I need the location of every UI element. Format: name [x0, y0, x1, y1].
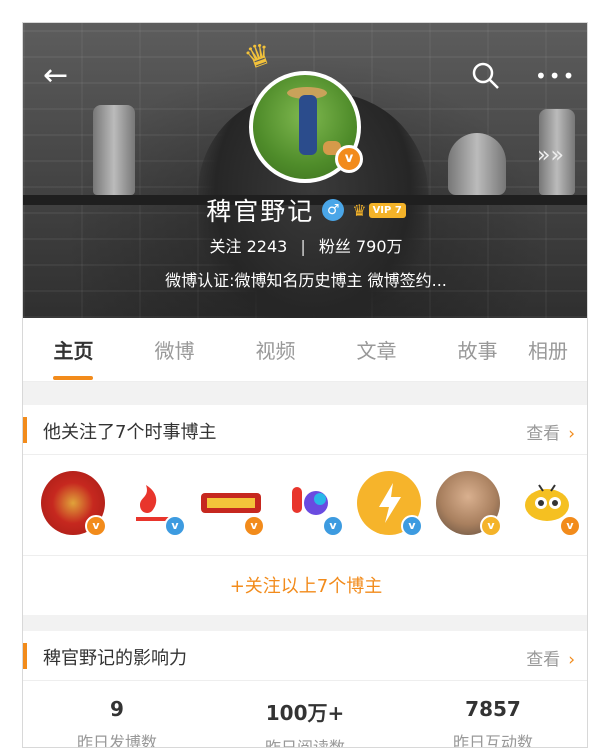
metric-interactions[interactable]: 7857 昨日互动数 — [399, 697, 587, 748]
certification-text[interactable]: 微博认证:微博知名历史博主 微博签约... — [23, 267, 587, 291]
follow-all-button[interactable]: +关注以上7个博主 — [23, 555, 587, 615]
influence-card-header: 稗官野记的影响力 查看 › — [23, 631, 587, 681]
following-label[interactable]: 关注 — [209, 237, 241, 256]
follow-stats: 关注 2243 | 粉丝 790万 — [23, 233, 587, 257]
followed-avatar-colorful[interactable]: v — [278, 471, 344, 537]
following-card-header: 他关注了7个时事博主 查看 › — [23, 405, 587, 455]
followed-avatar-news[interactable]: v — [199, 471, 265, 537]
fans-label[interactable]: 粉丝 — [319, 237, 351, 256]
metric-value: 7857 — [465, 697, 521, 721]
influence-card-title: 稗官野记的影响力 — [43, 648, 187, 669]
profile-screen: ← ••• »» ♛ v 稗官野记 ♂ ♛ VIP 7 关注 2243 | 粉丝… — [22, 22, 588, 748]
tab-articles[interactable]: 文章 — [326, 335, 427, 364]
cover-vase-left — [93, 105, 135, 195]
chevron-right-icon: › — [568, 424, 575, 444]
followed-avatar-man[interactable]: v — [436, 471, 502, 537]
followed-avatar-ant[interactable]: v — [515, 471, 581, 537]
metric-value: 9 — [110, 697, 124, 721]
influence-card: 稗官野记的影响力 查看 › 9 昨日发博数 100万+ 昨日阅读数 7857 昨日… — [23, 631, 587, 748]
more-icon[interactable]: ••• — [535, 61, 575, 91]
profile-name: 稗官野记 — [206, 197, 315, 226]
metric-value: 100万+ — [265, 701, 345, 725]
metric-label: 昨日互动数 — [452, 733, 533, 748]
male-gender-icon: ♂ — [322, 199, 345, 221]
verified-blue-icon: v — [322, 515, 344, 537]
metric-posts[interactable]: 9 昨日发博数 — [23, 697, 211, 748]
avatar-person — [299, 95, 317, 155]
metric-label: 昨日发博数 — [76, 733, 157, 748]
forward-icon[interactable]: »» — [537, 141, 564, 171]
following-view-button[interactable]: 查看 › — [526, 419, 575, 444]
tab-video[interactable]: 视频 — [225, 335, 326, 364]
back-icon[interactable]: ← — [43, 61, 77, 91]
tab-stories[interactable]: 故事 — [427, 335, 528, 364]
verified-orange-icon: v — [559, 515, 581, 537]
followed-avatar-weibo-hot[interactable]: v — [120, 471, 186, 537]
crown-icon: ♛ — [239, 35, 278, 78]
header-accent-bar — [23, 417, 27, 443]
verified-yellow-icon: v — [480, 515, 502, 537]
influence-metrics: 9 昨日发博数 100万+ 昨日阅读数 7857 昨日互动数 — [23, 697, 587, 748]
tab-weibo[interactable]: 微博 — [124, 335, 225, 364]
vip-crown-icon: ♛ — [352, 200, 367, 220]
following-card-title: 他关注了7个时事博主 — [43, 422, 217, 443]
vip-badge[interactable]: ♛ VIP 7 — [352, 201, 406, 220]
following-count[interactable]: 2243 — [247, 237, 288, 256]
profile-tabs: 主页 微博 视频 文章 故事 相册 — [23, 318, 587, 382]
verified-badge-icon: v — [335, 145, 363, 173]
tab-home[interactable]: 主页 — [23, 335, 124, 380]
followed-avatars: v v v v v v v — [41, 471, 581, 541]
search-icon[interactable] — [471, 61, 501, 91]
view-label: 查看 — [526, 424, 561, 444]
verified-orange-icon: v — [85, 515, 107, 537]
metric-reads[interactable]: 100万+ 昨日阅读数 — [211, 697, 399, 748]
tab-albums[interactable]: 相册 — [528, 335, 587, 364]
stats-separator: | — [300, 237, 306, 256]
verified-blue-icon: v — [401, 515, 423, 537]
followed-avatar-emblem[interactable]: v — [41, 471, 107, 537]
profile-cover: ← ••• »» ♛ v 稗官野记 ♂ ♛ VIP 7 关注 2243 | 粉丝… — [23, 23, 587, 318]
verified-orange-icon: v — [243, 515, 265, 537]
following-card: 他关注了7个时事博主 查看 › v v v v v v v +关注以上7个博主 — [23, 405, 587, 615]
influence-view-button[interactable]: 查看 › — [526, 645, 575, 670]
metric-label: 昨日阅读数 — [264, 738, 345, 748]
followed-avatar-lightning[interactable]: v — [357, 471, 423, 537]
header-accent-bar — [23, 643, 27, 669]
vip-label: VIP 7 — [368, 202, 406, 218]
name-row: 稗官野记 ♂ ♛ VIP 7 — [23, 193, 587, 227]
view-label: 查看 — [526, 650, 561, 670]
fans-count[interactable]: 790万 — [356, 237, 403, 256]
cover-vase-right — [448, 133, 506, 195]
chevron-right-icon: › — [568, 650, 575, 670]
verified-blue-icon: v — [164, 515, 186, 537]
